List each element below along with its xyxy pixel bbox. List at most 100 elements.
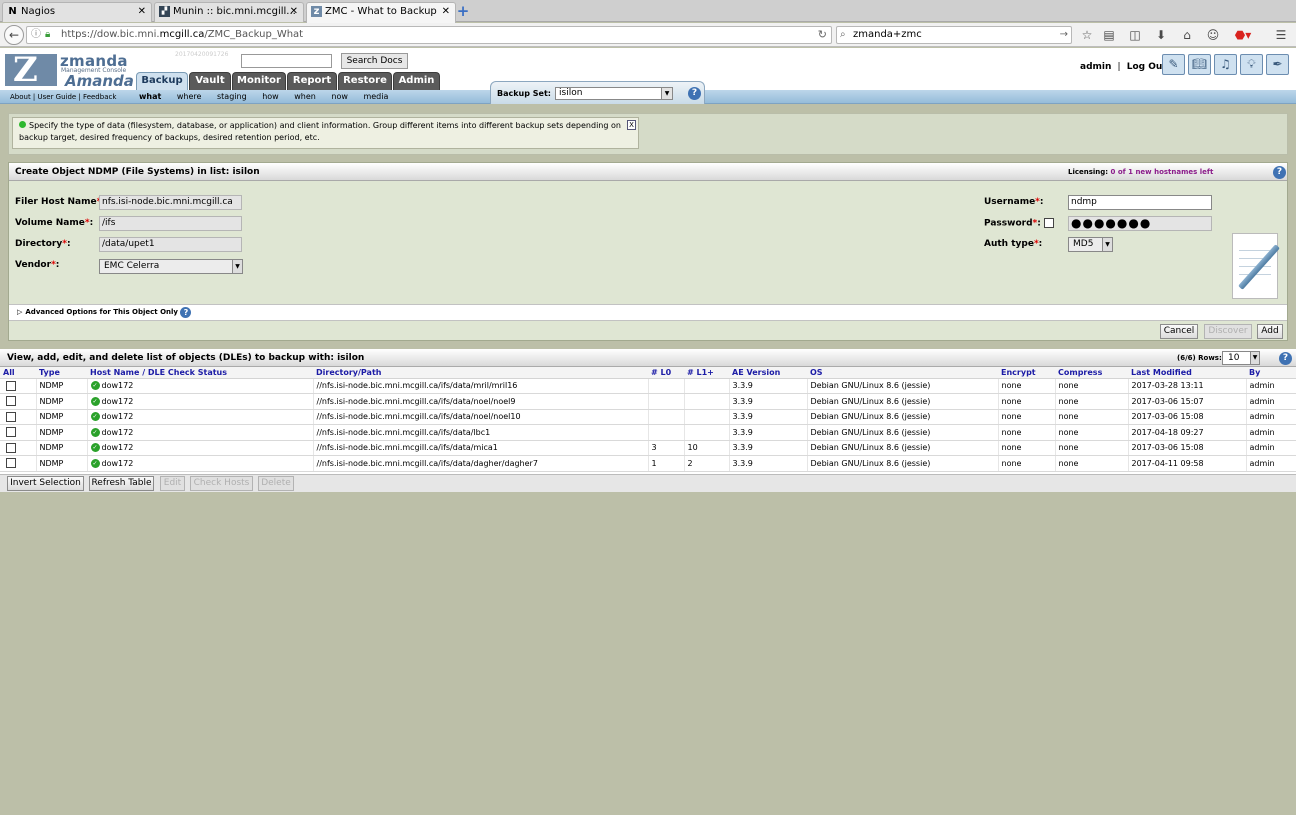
edit-button[interactable]: Edit <box>160 476 185 491</box>
show-password-checkbox[interactable] <box>1044 218 1054 228</box>
subnav-what[interactable]: what <box>139 92 161 101</box>
vendor-select[interactable]: EMC Celerra ▼ <box>99 259 243 274</box>
column-header-l1[interactable]: # L1+ <box>684 367 729 379</box>
help-icon[interactable]: ? <box>180 306 192 318</box>
help-icon[interactable]: ? <box>1279 352 1292 365</box>
discover-button[interactable]: Discover <box>1204 324 1252 339</box>
help-icon[interactable]: ? <box>1273 166 1286 179</box>
help-links[interactable]: About | User Guide | Feedback <box>10 93 116 101</box>
add-button[interactable]: Add <box>1257 324 1283 339</box>
backup-set-label: Backup Set: <box>497 89 551 98</box>
column-header-by[interactable]: By <box>1246 367 1296 379</box>
tab-admin[interactable]: Admin <box>393 72 440 90</box>
zmanda-logo[interactable]: zmanda Management Console Amanda <box>5 50 135 90</box>
auth-type-select[interactable]: MD5 ▼ <box>1068 237 1113 252</box>
clipboard-icon[interactable]: ▤ <box>1101 27 1117 43</box>
adblock-icon[interactable]: ⬣▾ <box>1232 27 1254 43</box>
filer-host-label: Filer Host Name*: <box>15 197 105 207</box>
vendor-label: Vendor*: <box>15 260 59 270</box>
chat-icon[interactable]: ☺ <box>1205 27 1221 43</box>
column-header-type[interactable]: Type <box>36 367 87 379</box>
volume-name-input[interactable]: /ifs <box>99 216 242 231</box>
subnav-when[interactable]: when <box>294 92 316 101</box>
table-row[interactable]: NDMP ✓ dow172 //nfs.isi-node.bic.mni.mcgi… <box>0 455 1296 472</box>
tab-restore[interactable]: Restore <box>338 72 392 90</box>
close-tab-icon[interactable]: ✕ <box>138 3 146 21</box>
invert-selection-button[interactable]: Invert Selection <box>7 476 84 491</box>
rows-per-page-select[interactable]: 10 ▼ <box>1222 351 1260 365</box>
browser-tab-nagios[interactable]: N Nagios ✕ <box>2 2 152 22</box>
column-header-encrypt[interactable]: Encrypt <box>998 367 1055 379</box>
info-icon[interactable]: ⓘ <box>31 27 41 43</box>
tab-backup[interactable]: Backup <box>136 72 188 90</box>
password-input[interactable]: ●●●●●●● <box>1068 216 1212 231</box>
lightbulb-icon[interactable]: 💡︎ <box>1240 54 1263 75</box>
column-header-path[interactable]: Directory/Path <box>313 367 648 379</box>
column-header-l0[interactable]: # L0 <box>648 367 684 379</box>
browser-search-bar[interactable]: ⌕ zmanda+zmc → <box>836 26 1072 44</box>
help-icon[interactable]: ? <box>688 87 701 100</box>
close-tab-icon[interactable]: ✕ <box>442 3 450 21</box>
delete-button[interactable]: Delete <box>258 476 294 491</box>
tab-vault[interactable]: Vault <box>189 72 231 90</box>
download-icon[interactable]: ⬇ <box>1153 27 1169 43</box>
column-header-host[interactable]: Host Name / DLE Check Status <box>87 367 313 379</box>
subnav-how[interactable]: how <box>262 92 279 101</box>
table-row[interactable]: NDMP ✓ dow172 //nfs.isi-node.bic.mni.mcgi… <box>0 440 1296 456</box>
tab-report[interactable]: Report <box>287 72 337 90</box>
feather-icon[interactable]: ✒ <box>1266 54 1289 75</box>
subnav-staging[interactable]: staging <box>217 92 247 101</box>
advanced-options-toggle[interactable]: ▷ Advanced Options for This Object Only ? <box>9 304 1287 321</box>
browser-tab-munin[interactable]: ▞ Munin :: bic.mni.mcgill... ✕ <box>154 2 304 22</box>
book-icon[interactable]: 📖︎ <box>1188 54 1211 75</box>
back-arrow-icon[interactable]: ← <box>4 25 24 45</box>
backup-sets-icon[interactable]: ✎ <box>1162 54 1185 75</box>
browser-tab-zmc[interactable]: z ZMC - What to Backup ✕ <box>306 2 456 23</box>
row-checkbox[interactable] <box>6 380 16 391</box>
info-text: Specify the type of data (filesystem, da… <box>19 121 621 142</box>
refresh-table-button[interactable]: Refresh Table <box>89 476 154 491</box>
search-go-icon[interactable]: → <box>1060 27 1068 43</box>
column-header-last-modified[interactable]: Last Modified <box>1128 367 1246 379</box>
table-row[interactable]: NDMP ✓ dow172 //nfs.isi-node.bic.mni.mcgi… <box>0 378 1296 394</box>
create-object-header: Create Object NDMP (File Systems) in lis… <box>9 163 1287 181</box>
subnav-media[interactable]: media <box>363 92 388 101</box>
bookmark-star-icon[interactable]: ☆ <box>1079 27 1095 43</box>
directory-input[interactable]: /data/upet1 <box>99 237 242 252</box>
row-checkbox[interactable] <box>6 411 16 422</box>
row-checkbox[interactable] <box>6 396 16 407</box>
subnav-now[interactable]: now <box>331 92 348 101</box>
column-header-ae-version[interactable]: AE Version <box>729 367 807 379</box>
tab-monitor[interactable]: Monitor <box>232 72 286 90</box>
search-docs-button[interactable]: Search Docs <box>341 53 408 69</box>
row-checkbox[interactable] <box>6 427 16 438</box>
table-row[interactable]: NDMP ✓ dow172 //nfs.isi-node.bic.mni.mcgi… <box>0 393 1296 410</box>
backup-set-select[interactable]: isilon ▼ <box>555 87 673 100</box>
logout-link[interactable]: Log Out <box>1127 62 1167 72</box>
row-checkbox[interactable] <box>6 442 16 453</box>
cancel-button[interactable]: Cancel <box>1160 324 1198 339</box>
encrypt-cell: none <box>998 409 1056 425</box>
label-colon: : <box>1039 197 1044 207</box>
check-hosts-button[interactable]: Check Hosts <box>190 476 253 491</box>
pocket-icon[interactable]: ◫ <box>1127 27 1143 43</box>
music-icon[interactable]: ♫ <box>1214 54 1237 75</box>
close-info-button[interactable]: X <box>627 120 636 130</box>
table-row[interactable]: NDMP ✓ dow172 //nfs.isi-node.bic.mni.mcgi… <box>0 424 1296 441</box>
column-header-all[interactable]: All <box>0 367 36 379</box>
row-checkbox[interactable] <box>6 458 16 469</box>
url-bar[interactable]: ⓘ 🔒︎ https://dow.bic.mni.mcgill.ca/ZMC_B… <box>26 26 832 44</box>
docs-search-input[interactable] <box>241 54 332 68</box>
table-row[interactable]: NDMP ✓ dow172 //nfs.isi-node.bic.mni.mcgi… <box>0 409 1296 425</box>
menu-icon[interactable]: ☰ <box>1273 27 1289 43</box>
subnav-where[interactable]: where <box>177 92 202 101</box>
close-tab-icon[interactable]: ✕ <box>290 3 298 21</box>
filer-host-input[interactable]: nfs.isi-node.bic.mni.mcgill.ca <box>99 195 242 210</box>
new-tab-icon[interactable]: + <box>455 3 471 19</box>
username-input[interactable]: ndmp <box>1068 195 1212 210</box>
backup-set-selector-box: Backup Set: isilon ▼ ? <box>490 81 705 104</box>
reload-icon[interactable]: ↻ <box>818 27 827 43</box>
column-header-compress[interactable]: Compress <box>1055 367 1128 379</box>
column-header-os[interactable]: OS <box>807 367 998 379</box>
home-icon[interactable]: ⌂ <box>1179 27 1195 43</box>
